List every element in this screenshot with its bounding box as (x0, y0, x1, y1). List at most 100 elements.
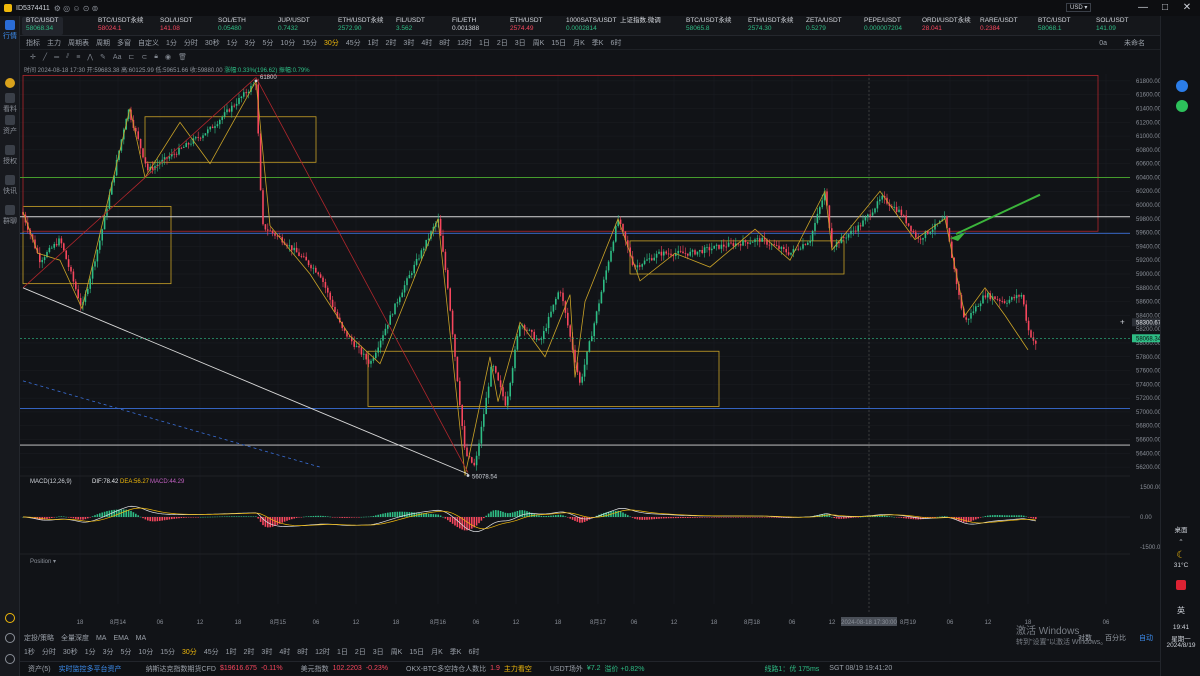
tray-chevron-icon[interactable]: ⌃ (1163, 538, 1199, 546)
interval-item[interactable]: 8时 (297, 647, 308, 657)
ticker-item[interactable]: SOL/ETH 0.05480 (218, 17, 246, 35)
toolbar-item[interactable]: 季K (592, 38, 604, 48)
indicator-item[interactable]: MA (136, 635, 147, 642)
toolbar-item[interactable]: 多窗 (117, 38, 131, 48)
interval-item[interactable]: 季K (450, 647, 462, 657)
crosshair-icon[interactable]: ✛ (30, 53, 36, 61)
toolbar-item[interactable]: 1时 (368, 38, 379, 48)
interval-item[interactable]: 1时 (226, 647, 237, 657)
toolbar-item[interactable]: 1分 (166, 38, 177, 48)
status-asset[interactable]: 资产(5) (28, 664, 51, 674)
status-line[interactable]: 线路1：优 175ms (764, 664, 819, 674)
indicator-item[interactable]: 全量深度 (61, 633, 89, 643)
toolbar-item[interactable]: 周期表 (68, 38, 89, 48)
interval-item[interactable]: 10分 (138, 647, 153, 657)
interval-item[interactable]: 周K (391, 647, 403, 657)
ticker-item[interactable]: BTC/USDT 58068.34 (22, 17, 63, 35)
sidebar-item-news[interactable]: 看料 (0, 93, 20, 114)
hline-tool-icon[interactable]: ═ (54, 54, 59, 61)
interval-item[interactable]: 1日 (337, 647, 348, 657)
ticker-item[interactable]: RARE/USDT 0.2384 (980, 17, 1018, 35)
interval-item[interactable]: 分时 (42, 647, 56, 657)
settings-icon[interactable]: ⚙ ◎ ☺ ⊙ ⊚ (54, 4, 99, 13)
interval-item[interactable]: 12时 (315, 647, 330, 657)
toolbar-item[interactable]: 2日 (497, 38, 508, 48)
interval-item[interactable]: 30秒 (63, 647, 78, 657)
toolbar-item[interactable]: 月K (573, 38, 585, 48)
tray-desktop[interactable]: 桌面 (1163, 524, 1199, 534)
indicator-item[interactable]: 定投/策略 (24, 633, 54, 643)
price-chart[interactable]: 61800.00 61600.00 61400.00 61200.00 61000.00… (20, 74, 1160, 654)
eye-tool-icon[interactable]: ◉ (165, 53, 171, 61)
ticker-item[interactable]: ZETA/USDT 0.5279 (806, 17, 842, 35)
interval-item[interactable]: 6时 (468, 647, 479, 657)
status-monitor[interactable]: 实时监控多平台资产 (59, 664, 122, 674)
ticker-item[interactable]: BTC/USDT永续 58024.1 (98, 17, 144, 35)
interval-item[interactable]: 3分 (103, 647, 114, 657)
ticker-item[interactable]: ORDI/USDT永续 28.041 (922, 17, 971, 35)
interval-item[interactable]: 3日 (373, 647, 384, 657)
sidebar-item-flash[interactable]: 快讯 (0, 175, 20, 196)
toolbar-item[interactable]: 30分 (324, 38, 339, 48)
toolbar-item[interactable]: 12时 (457, 38, 472, 48)
toolbar-item[interactable]: 10分 (280, 38, 295, 48)
toolbar-item[interactable]: 周K (533, 38, 545, 48)
interval-item[interactable]: 45分 (204, 647, 219, 657)
ticker-item[interactable]: FIL/USDT 3.562 (396, 17, 425, 35)
interval-item[interactable]: 1分 (85, 647, 96, 657)
magnet-tool-icon[interactable]: ⊂ (141, 53, 147, 61)
interval-item[interactable]: 5分 (121, 647, 132, 657)
interval-item[interactable]: 15日 (409, 647, 424, 657)
interval-item[interactable]: 2日 (355, 647, 366, 657)
app-icon-1[interactable] (1176, 80, 1188, 92)
fib-tool-icon[interactable]: ≡ (76, 54, 80, 61)
ticker-item[interactable]: JUP/USDT 0.7432 (278, 17, 310, 35)
axis-option[interactable]: 自动 (1139, 635, 1153, 642)
delete-tool-icon[interactable]: 🗑︎ (178, 53, 187, 61)
interval-item[interactable]: 1秒 (24, 647, 35, 657)
toolbar-item[interactable]: 指标 (26, 38, 40, 48)
interval-item[interactable]: 3时 (261, 647, 272, 657)
minimize-button[interactable]: — (1132, 0, 1154, 16)
interval-item[interactable]: 15分 (160, 647, 175, 657)
toolbar-item[interactable]: 4时 (421, 38, 432, 48)
toolbar-item[interactable]: 45分 (346, 38, 361, 48)
text-tool-icon[interactable]: Aa (113, 54, 122, 61)
ticker-item[interactable]: BTC/USDT永续 58065.8 (686, 17, 732, 35)
toolbar-item[interactable]: 3日 (515, 38, 526, 48)
sidebar-item-market[interactable]: 行情 (0, 20, 20, 41)
sidebar-item-assets[interactable]: 资产 (0, 115, 20, 136)
line-tool-icon[interactable]: ╱ (43, 53, 47, 61)
toolbar-right-item[interactable]: 未命名 (1124, 40, 1145, 47)
toolbar-item[interactable]: 分时 (184, 38, 198, 48)
toolbar-item[interactable]: 30秒 (205, 38, 220, 48)
toolbar-item[interactable]: 15日 (551, 38, 566, 48)
sidebar-item-auth[interactable]: 授权 (0, 145, 20, 166)
indicator-item[interactable]: EMA (113, 635, 128, 642)
toolbar-right-item[interactable]: 0a (1099, 40, 1107, 47)
sidebar-item-alert[interactable] (0, 613, 20, 624)
sidebar-item-shield[interactable] (0, 78, 20, 89)
toolbar-item[interactable]: 3时 (403, 38, 414, 48)
sidebar-item-help[interactable] (0, 633, 20, 644)
lock-tool-icon[interactable]: 🔒︎ (154, 53, 158, 61)
interval-item[interactable]: 2时 (244, 647, 255, 657)
toolbar-item[interactable]: 15分 (302, 38, 317, 48)
tray-lang[interactable]: 英 (1163, 605, 1199, 616)
toolbar-item[interactable]: 2时 (386, 38, 397, 48)
ticker-item[interactable]: SOL/USDT 141.08 (160, 17, 193, 35)
wechat-icon[interactable] (1176, 100, 1188, 112)
toolbar-item[interactable]: 1日 (479, 38, 490, 48)
toolbar-item[interactable]: 3分 (245, 38, 256, 48)
ticker-item[interactable]: SOL/USDT 141.09 (1096, 17, 1129, 35)
maximize-button[interactable]: □ (1154, 0, 1176, 16)
indicator-item[interactable]: MA (96, 635, 107, 642)
ruler-tool-icon[interactable]: ⊏ (128, 53, 134, 61)
toolbar-item[interactable]: 6时 (610, 38, 621, 48)
axis-option[interactable]: 百分比 (1105, 635, 1126, 642)
currency-select[interactable]: USD ▾ (1066, 3, 1092, 12)
ticker-item[interactable]: ETH/USDT永续 2574.30 (748, 17, 794, 35)
sidebar-item-chat[interactable]: 群聊 (0, 205, 20, 226)
toolbar-item[interactable]: 1分 (227, 38, 238, 48)
ticker-item[interactable]: PEPE/USDT 0.000007204 (864, 17, 902, 35)
